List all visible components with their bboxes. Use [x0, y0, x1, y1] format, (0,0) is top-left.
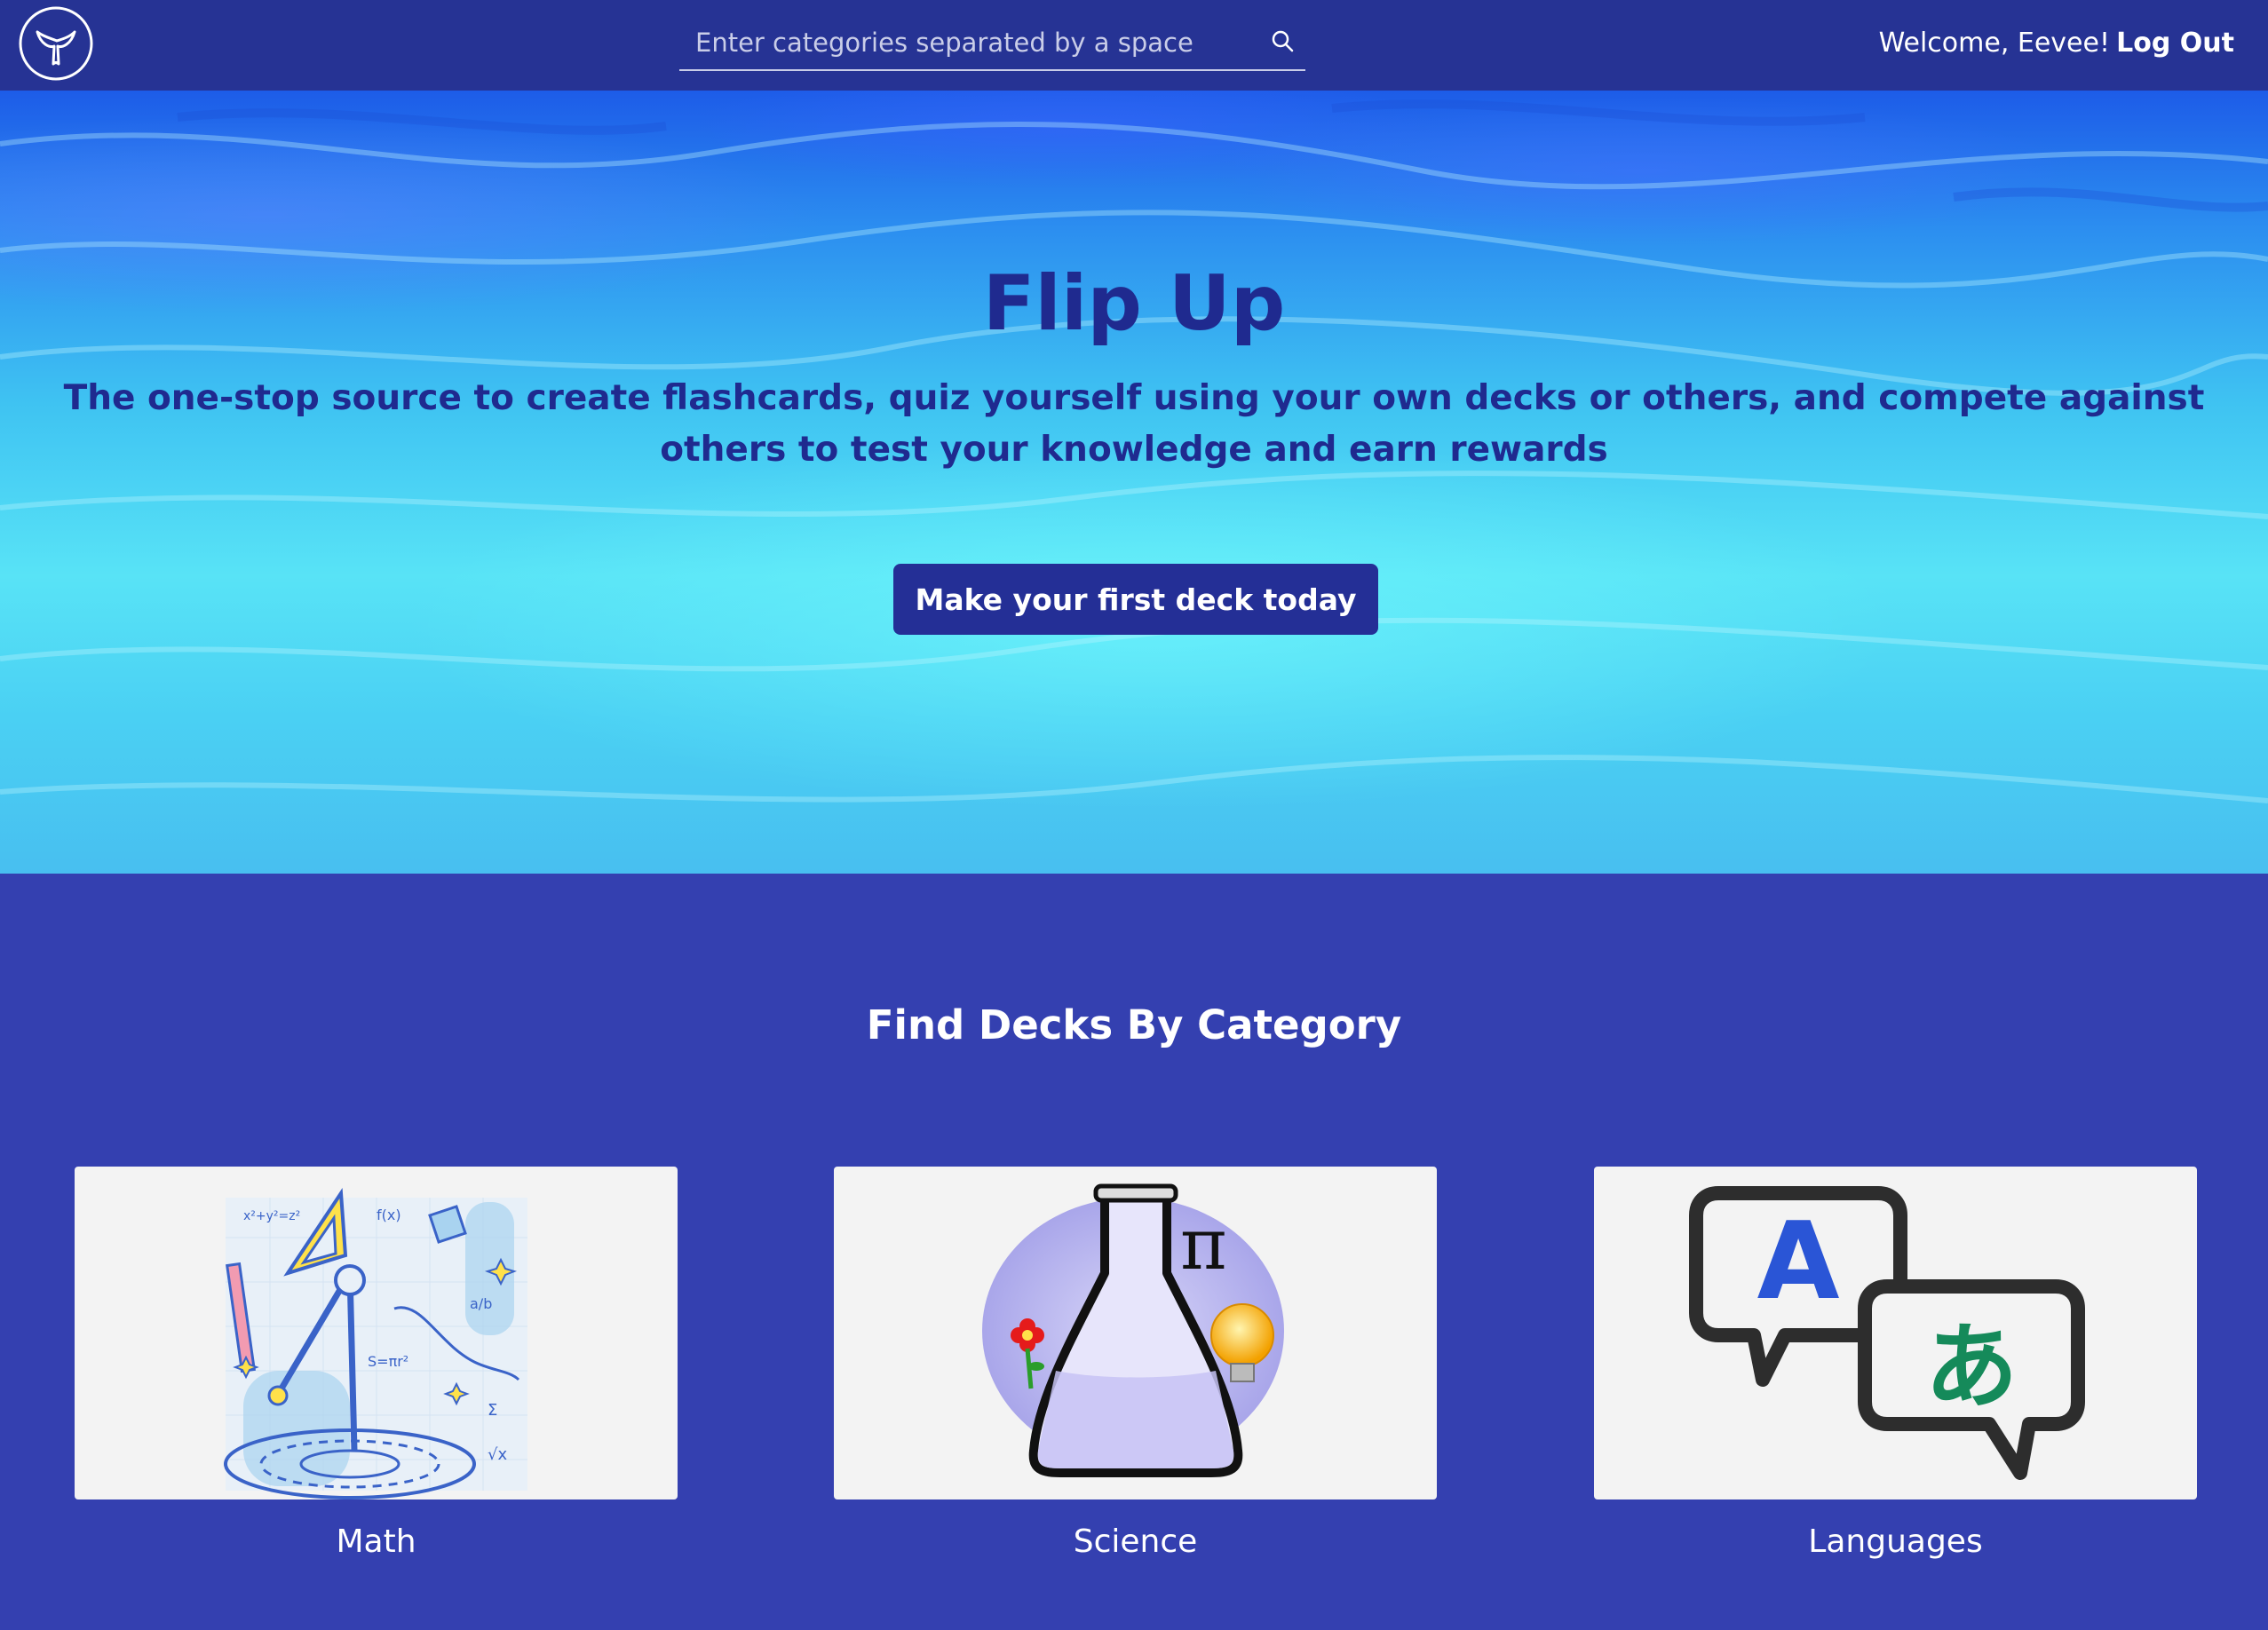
- svg-text:a/b: a/b: [470, 1295, 492, 1312]
- svg-text:√x: √x: [488, 1445, 507, 1464]
- math-illustration-icon: x²+y²=z² f(x) S=πr² Σ √x a/b: [224, 1188, 527, 1499]
- svg-text:A: A: [1757, 1200, 1840, 1324]
- svg-text:f(x): f(x): [377, 1207, 401, 1223]
- category-card-languages[interactable]: A あ: [1594, 1167, 2197, 1499]
- translation-bubbles-icon: A あ: [1689, 1186, 2085, 1480]
- svg-text:S=πr²: S=πr²: [368, 1353, 408, 1370]
- top-navbar: Welcome, Eevee! Log Out: [0, 0, 2268, 91]
- category-label-science: Science: [1073, 1523, 1198, 1560]
- search-icon[interactable]: [1268, 27, 1298, 57]
- svg-text:あ: あ: [1924, 1313, 2018, 1421]
- search-input[interactable]: [679, 16, 1248, 69]
- search-bar: [679, 16, 1305, 71]
- category-label-math: Math: [336, 1523, 416, 1560]
- make-first-deck-button[interactable]: Make your first deck today: [893, 564, 1378, 635]
- svg-text:Σ: Σ: [488, 1401, 497, 1420]
- svg-text:π: π: [1180, 1203, 1227, 1286]
- science-flask-icon: π: [982, 1183, 1284, 1477]
- category-label-languages: Languages: [1808, 1523, 1983, 1560]
- water-background: [0, 99, 2268, 803]
- category-card-science[interactable]: π: [834, 1167, 1437, 1499]
- hero-banner: Flip Up The one-stop source to create fl…: [0, 91, 2268, 874]
- category-card-math[interactable]: x²+y²=z² f(x) S=πr² Σ √x a/b: [75, 1167, 678, 1499]
- hero-title: Flip Up: [982, 259, 1286, 348]
- hero-subtitle: The one-stop source to create flashcards…: [63, 378, 2205, 470]
- whale-tail-logo-icon[interactable]: [18, 5, 94, 82]
- svg-text:x²+y²=z²: x²+y²=z²: [243, 1209, 300, 1223]
- welcome-message: Welcome, Eevee!: [1878, 28, 2110, 59]
- logout-link[interactable]: Log Out: [2116, 24, 2234, 63]
- category-section-heading: Find Decks By Category: [866, 1001, 1402, 1048]
